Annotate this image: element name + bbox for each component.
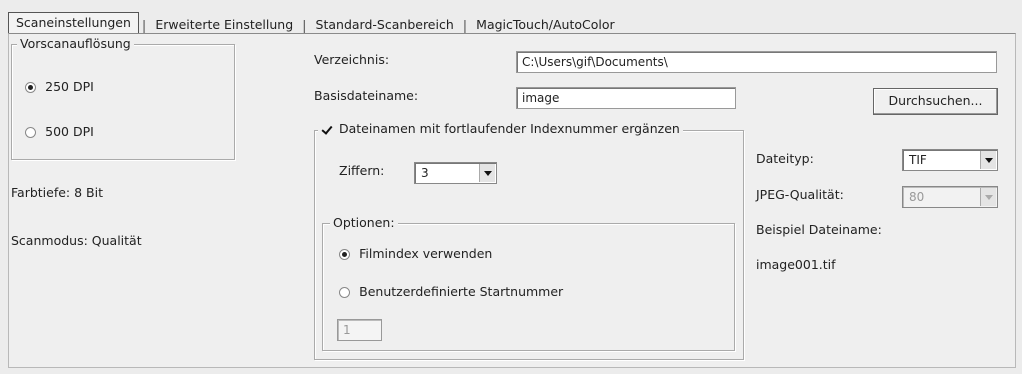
options-legend: Optionen: <box>330 215 398 230</box>
index-checkbox-label: Dateinamen mit fortlaufender Indexnummer… <box>338 121 680 136</box>
browse-button[interactable]: Durchsuchen... <box>873 88 998 115</box>
digits-label: Ziffern: <box>339 163 385 178</box>
scan-mode-text: Scanmodus: Qualität <box>11 233 142 248</box>
filetype-select[interactable]: TIF <box>902 149 998 171</box>
prescan-resolution-group <box>11 44 235 160</box>
digits-select[interactable]: 3 <box>414 162 497 184</box>
radio-500-label: 500 DPI <box>45 124 94 139</box>
radio-button-500[interactable] <box>25 127 36 138</box>
directory-label: Verzeichnis: <box>314 52 390 67</box>
example-filename-value: image001.tif <box>756 257 836 272</box>
tab-magictouch-autocolor[interactable]: MagicTouch/AutoColor <box>470 15 620 34</box>
index-checkbox[interactable] <box>321 124 332 135</box>
radio-filmindex-label: Filmindex verwenden <box>359 246 493 261</box>
jpeg-quality-label: JPEG-Qualität: <box>756 187 844 202</box>
directory-field[interactable]: C:\Users\gif\Documents\ <box>516 51 997 73</box>
chevron-down-icon[interactable] <box>980 151 996 169</box>
jpeg-quality-select[interactable]: 80 <box>902 186 998 208</box>
radio-custom-start[interactable]: Benutzerdefinierte Startnummer <box>339 284 563 300</box>
chevron-down-icon[interactable] <box>479 164 495 182</box>
index-checkbox-row[interactable]: Dateinamen mit fortlaufender Indexnummer… <box>318 121 683 136</box>
tab-bar: Scaneinstellungen | Erweiterte Einstellu… <box>8 10 621 34</box>
tab-default-scan-area[interactable]: Standard-Scanbereich <box>310 15 460 34</box>
prescan-resolution-legend: Vorscanauflösung <box>17 36 134 51</box>
basename-field[interactable]: image <box>516 87 736 109</box>
tab-separator: | <box>302 19 307 34</box>
radio-500-dpi[interactable]: 500 DPI <box>25 124 94 140</box>
radio-250-label: 250 DPI <box>45 79 94 94</box>
filetype-select-value: TIF <box>909 153 927 167</box>
radio-button-custom-start[interactable] <box>339 287 350 298</box>
radio-250-dpi[interactable]: 250 DPI <box>25 79 94 95</box>
tab-advanced-settings[interactable]: Erweiterte Einstellung <box>149 15 299 34</box>
example-filename-label: Beispiel Dateiname: <box>756 222 882 237</box>
filetype-label: Dateityp: <box>756 151 814 166</box>
radio-button-filmindex-selected[interactable] <box>339 249 350 260</box>
tab-separator: | <box>462 19 468 34</box>
tab-separator: | <box>141 19 147 34</box>
digits-select-value: 3 <box>421 166 429 180</box>
color-depth-text: Farbtiefe: 8 Bit <box>11 185 103 200</box>
radio-button-250-selected[interactable] <box>25 82 36 93</box>
jpeg-quality-select-value: 80 <box>909 190 925 204</box>
basename-label: Basisdateiname: <box>314 88 419 103</box>
tab-scan-settings[interactable]: Scaneinstellungen <box>8 12 139 34</box>
chevron-down-icon[interactable] <box>980 188 996 206</box>
start-number-field[interactable]: 1 <box>337 319 382 341</box>
radio-filmindex[interactable]: Filmindex verwenden <box>339 246 492 262</box>
radio-custom-start-label: Benutzerdefinierte Startnummer <box>359 284 564 299</box>
